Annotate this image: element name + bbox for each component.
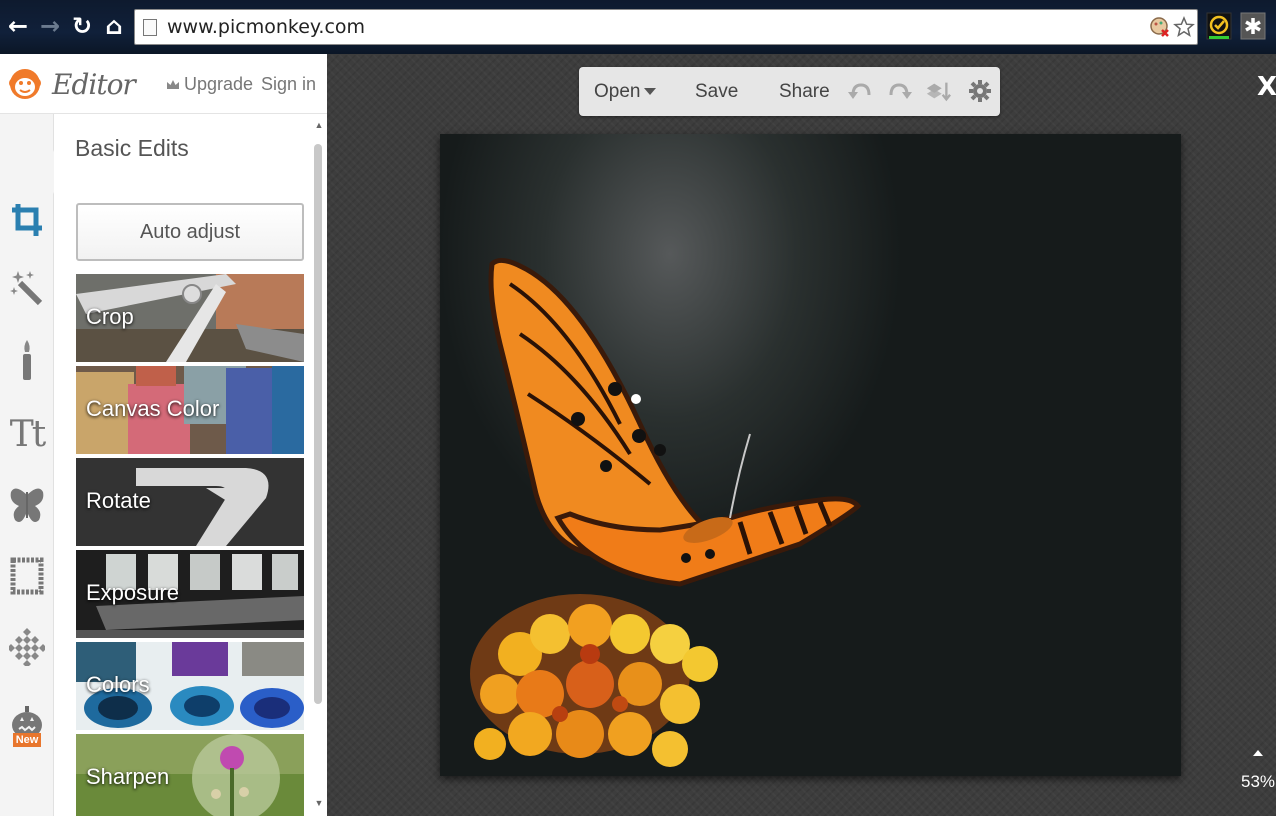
scroll-up-icon[interactable]: ▲ [311,118,327,132]
page-icon [143,18,157,36]
sharpen-tile[interactable]: Sharpen [76,734,304,816]
browser-toolbar: ← → ↻ ⌂ www.picmonkey.com [0,0,1276,54]
open-button[interactable]: Open [594,81,640,103]
tile-label: Colors [86,672,150,697]
butterfly-photo [470,258,862,767]
forward-icon[interactable]: → [36,10,64,42]
exposure-tile[interactable]: Exposure [76,550,304,638]
sign-in-link[interactable]: Sign in [261,74,316,95]
picmonkey-logo-icon[interactable] [8,67,42,101]
zoom-level[interactable]: 53% [1241,772,1275,792]
texture-icon[interactable] [7,624,47,668]
scroll-thumb[interactable] [314,144,322,704]
tile-label: Crop [86,304,134,329]
share-button[interactable]: Share [779,81,830,103]
photo-canvas[interactable] [440,134,1181,776]
colors-tile[interactable]: Colors [76,642,304,730]
panel-scrollbar[interactable]: ▲ ▼ [311,114,327,816]
tool-rail: Tt New [0,114,54,816]
editor-toolbar: Open Save Share [579,67,1000,116]
url-text: www.picmonkey.com [167,16,366,38]
crop-tile[interactable]: Crop [76,274,304,362]
tile-label: Sharpen [86,764,170,789]
reload-icon[interactable]: ↻ [68,10,96,42]
brush-icon[interactable] [7,338,47,382]
address-bar[interactable]: www.picmonkey.com [134,9,1198,45]
text-icon[interactable]: Tt [7,412,47,456]
crop-icon[interactable] [7,198,47,242]
tile-label: Rotate [86,488,151,513]
home-icon[interactable]: ⌂ [100,10,128,42]
editor-sidebar: Editor Upgrade Sign in Tt New Basic Edit… [0,54,327,816]
asterisk-extension-icon[interactable] [1240,11,1266,41]
undo-icon[interactable] [847,79,873,103]
upgrade-label: Upgrade [184,74,254,94]
app-header: Editor Upgrade Sign in [0,54,327,114]
extension-icon[interactable] [1149,16,1171,38]
tile-label: Canvas Color [86,396,220,421]
redo-icon[interactable] [887,79,913,103]
scroll-down-icon[interactable]: ▼ [311,796,327,810]
tile-label: Exposure [86,580,179,605]
zoom-expand-icon[interactable] [1253,750,1263,756]
frame-icon[interactable] [7,554,47,598]
open-dropdown-icon[interactable] [643,86,657,96]
section-title: Basic Edits [75,135,189,161]
basic-edits-panel: Basic Edits Auto adjust Crop Canvas Colo… [54,114,311,816]
new-badge: New [12,733,42,747]
auto-adjust-button[interactable]: Auto adjust [76,203,304,261]
layers-icon[interactable] [925,79,951,103]
crown-icon [167,79,179,89]
settings-gear-icon[interactable] [967,79,993,103]
magic-wand-icon[interactable] [7,266,47,310]
butterfly-icon[interactable] [7,484,47,528]
close-editor-button[interactable]: X [1257,72,1276,102]
checkmark-extension-icon[interactable] [1206,11,1232,41]
back-icon[interactable]: ← [4,10,32,42]
save-button[interactable]: Save [695,81,738,103]
canvas-area: Open Save Share X 53% [327,54,1276,816]
bookmark-star-icon[interactable] [1173,16,1195,38]
seasonal-icon[interactable]: New [7,696,47,756]
logo-text[interactable]: Editor [52,68,136,101]
canvas-color-tile[interactable]: Canvas Color [76,366,304,454]
upgrade-link[interactable]: Upgrade [166,74,253,95]
rotate-tile[interactable]: Rotate [76,458,304,546]
